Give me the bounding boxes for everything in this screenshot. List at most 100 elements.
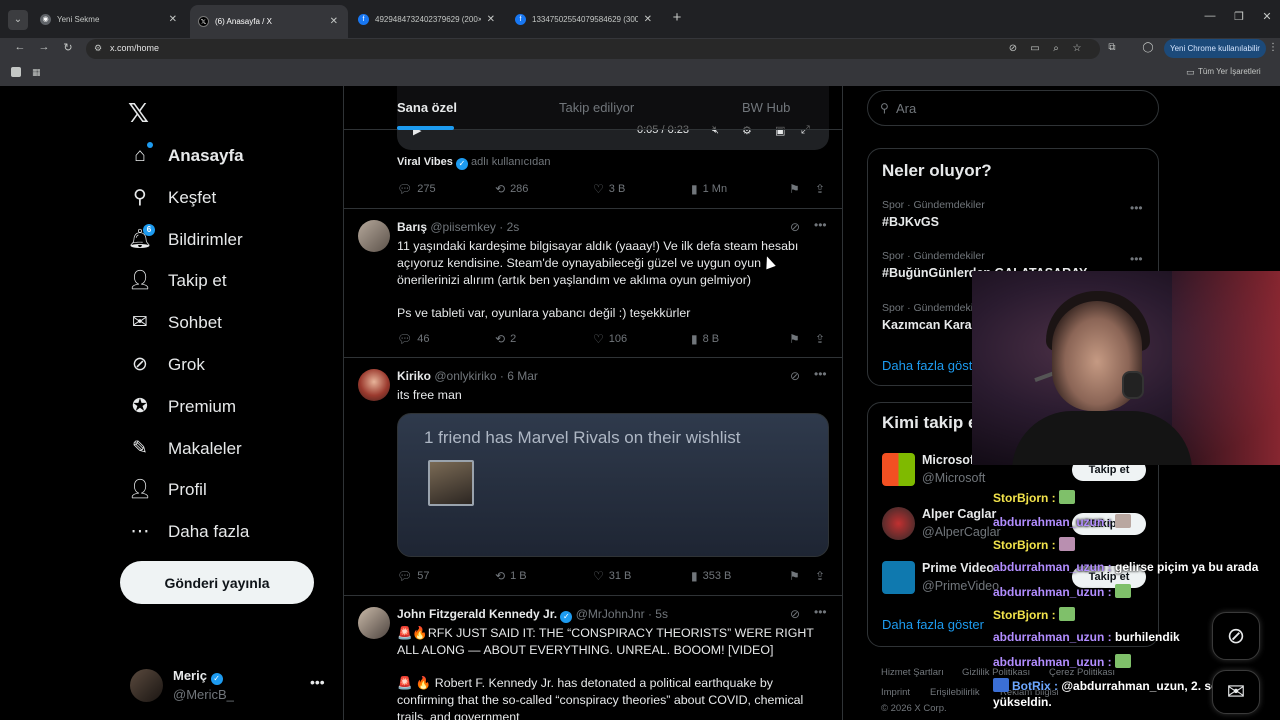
reply-button[interactable]: 💬︎ 46 <box>397 332 429 346</box>
browser-tab[interactable]: ◉ Yeni Sekme ✕ <box>32 6 187 32</box>
messages-fab-icon[interactable]: ✉ <box>1212 670 1260 714</box>
author-name[interactable]: Kiriko <box>397 369 431 383</box>
avatar[interactable] <box>358 607 390 639</box>
reply-button[interactable]: 💬︎ 57 <box>397 569 429 583</box>
bookmark-button[interactable]: ⚑ <box>789 569 805 583</box>
close-icon[interactable]: ✕ <box>330 16 338 27</box>
new-tab-icon[interactable]: + <box>668 9 686 26</box>
more-icon[interactable]: ••• <box>310 674 325 690</box>
search-input[interactable]: ⚲ Ara <box>867 90 1159 126</box>
grok-icon[interactable]: ⊘ <box>790 607 800 621</box>
repost-button[interactable]: ⟲ 2 <box>495 332 516 346</box>
nav-notifications[interactable]: 🔔︎ 6 Bildirimler <box>128 224 243 254</box>
account-switcher[interactable]: Meriç ✓ @MericB_ <box>130 668 234 702</box>
footer-accessibility-link[interactable]: Erişilebilirlik <box>930 687 980 698</box>
bookmark-star-icon[interactable]: ☆ <box>1070 43 1084 54</box>
show-more-link[interactable]: Daha fazla göster <box>882 358 984 373</box>
post-time[interactable]: · 2s <box>499 220 519 234</box>
browser-tab-active[interactable]: 𝕏 (6) Anasayfa / X ✕ <box>190 5 348 38</box>
repost-button[interactable]: ⟲ 286 <box>495 182 528 196</box>
suggestion-name[interactable]: Prime Video <box>922 561 994 575</box>
author-handle[interactable]: @piisemkey <box>430 220 496 234</box>
like-button[interactable]: ♡ 31 B <box>593 569 631 583</box>
author-name[interactable]: Barış <box>397 220 427 234</box>
suggestion-handle[interactable]: @PrimeVideo <box>922 579 999 593</box>
share-button[interactable]: ⇪ <box>815 569 830 583</box>
window-close-icon[interactable]: ✕ <box>1257 10 1277 23</box>
close-icon[interactable]: ✕ <box>487 14 495 25</box>
profile-icon[interactable]: ◯ <box>1141 42 1155 53</box>
show-more-link[interactable]: Daha fazla göster <box>882 617 984 632</box>
post-baris[interactable]: Barış @piisemkey · 2s ⊘ ••• 11 yaşındaki… <box>344 208 842 357</box>
nav-profile[interactable]: 👤︎ Profil <box>128 476 207 504</box>
close-icon[interactable]: ✕ <box>169 14 177 25</box>
site-info-icon[interactable]: ⚙ <box>94 43 102 54</box>
more-icon[interactable]: ••• <box>1130 252 1143 266</box>
minimize-icon[interactable]: — <box>1200 10 1220 22</box>
nav-explore[interactable]: ⚲ Keşfet <box>128 184 216 212</box>
camera-blocked-icon[interactable]: ⊘ <box>1006 43 1020 54</box>
suggestion-handle[interactable]: @AlperCaglar <box>922 525 1001 539</box>
chrome-update-button[interactable]: Yeni Chrome kullanılabilir <box>1164 39 1266 58</box>
zoom-icon[interactable]: ⌕ <box>1049 43 1063 54</box>
avatar[interactable] <box>882 561 915 594</box>
views-button[interactable]: ▮ 8 B <box>691 332 719 346</box>
reply-button[interactable]: 💬︎ 275 <box>397 182 436 196</box>
avatar[interactable] <box>358 369 390 401</box>
back-icon[interactable]: ← <box>12 41 28 53</box>
more-icon[interactable]: ••• <box>814 367 827 381</box>
nav-premium[interactable]: ✪ Premium <box>128 393 236 421</box>
post-media[interactable]: 1 friend has Marvel Rivals on their wish… <box>397 413 829 557</box>
browser-tab[interactable]: f 1334750255407958462​9 (300×… ✕ <box>507 6 662 32</box>
grok-fab-icon[interactable]: ⊘ <box>1212 612 1260 660</box>
nav-articles[interactable]: ✎ Makaleler <box>128 435 242 463</box>
post-button[interactable]: Gönderi yayınla <box>120 561 314 604</box>
x-logo-icon[interactable]: 𝕏 <box>128 98 149 129</box>
all-bookmarks-link[interactable]: Tüm Yer İşaretleri <box>1198 67 1261 76</box>
more-icon[interactable]: ••• <box>1130 201 1143 215</box>
like-button[interactable]: ♡ 106 <box>593 332 627 346</box>
more-icon[interactable]: ••• <box>814 218 827 232</box>
nav-more[interactable]: ⋯ Daha fazla <box>128 518 250 546</box>
browser-tab[interactable]: f 4929484732402379629 (200×2… ✕ <box>350 6 505 32</box>
post-jfk[interactable]: John Fitzgerald Kennedy Jr. ✓ @MrJohnJnr… <box>344 595 842 720</box>
tab-following[interactable]: Takip ediliyor <box>559 100 634 115</box>
grok-icon[interactable]: ⊘ <box>790 369 800 383</box>
reload-icon[interactable]: ↻ <box>60 41 76 54</box>
nav-messages[interactable]: ✉ Sohbet <box>128 309 222 337</box>
author-handle[interactable]: @MrJohnJnr <box>576 607 645 621</box>
post-time[interactable]: · 6 Mar <box>500 369 538 383</box>
bookmark-button[interactable]: ⚑ <box>789 332 805 346</box>
cast-icon[interactable]: ▭ <box>1028 43 1042 54</box>
trend-name[interactable]: Kazımcan Kara <box>882 318 972 332</box>
share-button[interactable]: ⇪ <box>815 332 830 346</box>
author-name[interactable]: John Fitzgerald Kennedy Jr. <box>397 607 557 621</box>
apps-icon[interactable]: ▦ <box>32 67 42 77</box>
menu-icon[interactable]: ⋮ <box>1266 42 1280 53</box>
suggestion-name[interactable]: Microsoft <box>922 453 978 467</box>
close-icon[interactable]: ✕ <box>644 14 652 25</box>
views-button[interactable]: ▮ 353 B <box>691 569 731 583</box>
avatar[interactable] <box>882 507 915 540</box>
nav-home[interactable]: ⌂ Anasayfa <box>128 142 244 170</box>
attribution-name[interactable]: Viral Vibes <box>397 156 453 168</box>
author-handle[interactable]: @onlykiriko <box>434 369 496 383</box>
footer-imprint-link[interactable]: Imprint <box>881 687 910 698</box>
forward-icon[interactable]: → <box>36 41 52 53</box>
tab-search-icon[interactable]: ⌄ <box>8 10 28 30</box>
post-time[interactable]: · 5s <box>648 607 668 621</box>
tab-bw-hub[interactable]: BW Hub <box>742 100 790 115</box>
post-kiriko[interactable]: Kiriko @onlykiriko · 6 Mar ⊘ ••• its fre… <box>344 357 842 595</box>
footer-terms-link[interactable]: Hizmet Şartları <box>881 667 944 678</box>
maximize-icon[interactable]: ❐ <box>1229 10 1249 23</box>
bookmark-icon[interactable] <box>11 67 21 77</box>
bookmark-button[interactable]: ⚑ <box>789 182 805 196</box>
trend-name[interactable]: #BJKvGS <box>882 215 939 229</box>
avatar[interactable] <box>358 220 390 252</box>
views-button[interactable]: ▮ 1 Mn <box>691 182 727 196</box>
nav-grok[interactable]: ⊘ Grok <box>128 351 205 379</box>
share-button[interactable]: ⇪ <box>815 182 830 196</box>
suggestion-name[interactable]: Alper Caglar <box>922 507 996 521</box>
extensions-icon[interactable]: ⧉ <box>1105 42 1119 53</box>
more-icon[interactable]: ••• <box>814 605 827 619</box>
